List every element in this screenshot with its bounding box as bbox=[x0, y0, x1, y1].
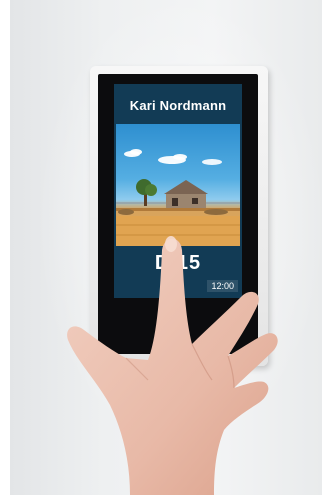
wall-photo: Kari Nordmann 12:00 bbox=[10, 0, 322, 495]
hand-image bbox=[67, 236, 278, 495]
